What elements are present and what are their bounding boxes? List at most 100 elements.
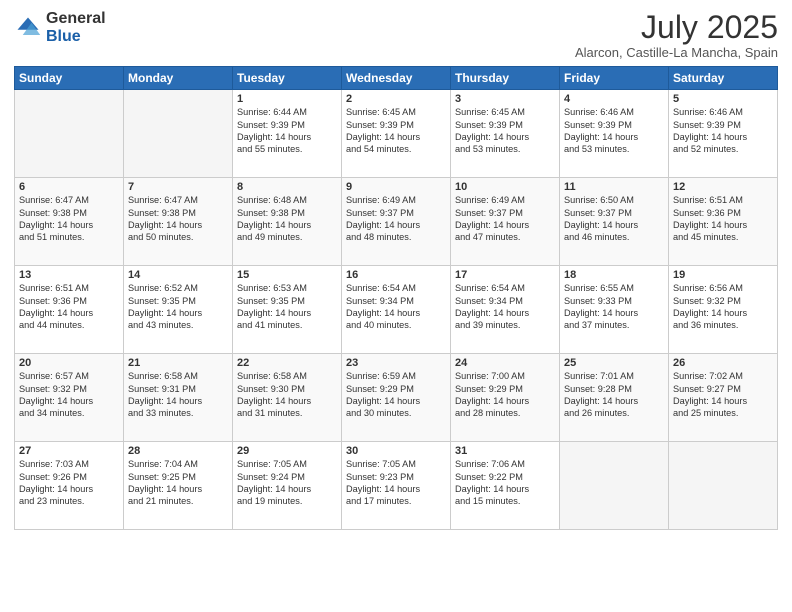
- day-number: 12: [673, 181, 773, 193]
- calendar-cell: 23Sunrise: 6:59 AMSunset: 9:29 PMDayligh…: [342, 354, 451, 442]
- calendar-cell: 24Sunrise: 7:00 AMSunset: 9:29 PMDayligh…: [451, 354, 560, 442]
- calendar-cell: 17Sunrise: 6:54 AMSunset: 9:34 PMDayligh…: [451, 266, 560, 354]
- cell-details: Sunrise: 6:45 AMSunset: 9:39 PMDaylight:…: [346, 106, 446, 156]
- calendar-cell: 10Sunrise: 6:49 AMSunset: 9:37 PMDayligh…: [451, 178, 560, 266]
- day-number: 15: [237, 269, 337, 281]
- day-number: 24: [455, 357, 555, 369]
- day-number: 18: [564, 269, 664, 281]
- calendar-cell: 29Sunrise: 7:05 AMSunset: 9:24 PMDayligh…: [233, 442, 342, 530]
- day-number: 17: [455, 269, 555, 281]
- cell-details: Sunrise: 6:54 AMSunset: 9:34 PMDaylight:…: [455, 282, 555, 332]
- cell-details: Sunrise: 7:01 AMSunset: 9:28 PMDaylight:…: [564, 370, 664, 420]
- week-row-3: 13Sunrise: 6:51 AMSunset: 9:36 PMDayligh…: [15, 266, 778, 354]
- day-header-friday: Friday: [560, 67, 669, 90]
- day-number: 26: [673, 357, 773, 369]
- cell-details: Sunrise: 6:54 AMSunset: 9:34 PMDaylight:…: [346, 282, 446, 332]
- day-header-tuesday: Tuesday: [233, 67, 342, 90]
- day-number: 2: [346, 93, 446, 105]
- page: General Blue July 2025 Alarcon, Castille…: [0, 0, 792, 612]
- calendar-cell: 3Sunrise: 6:45 AMSunset: 9:39 PMDaylight…: [451, 90, 560, 178]
- calendar-cell: 6Sunrise: 6:47 AMSunset: 9:38 PMDaylight…: [15, 178, 124, 266]
- logo-blue: Blue: [46, 28, 106, 46]
- cell-details: Sunrise: 6:53 AMSunset: 9:35 PMDaylight:…: [237, 282, 337, 332]
- day-header-monday: Monday: [124, 67, 233, 90]
- cell-details: Sunrise: 7:03 AMSunset: 9:26 PMDaylight:…: [19, 458, 119, 508]
- calendar-cell: 12Sunrise: 6:51 AMSunset: 9:36 PMDayligh…: [669, 178, 778, 266]
- cell-details: Sunrise: 6:44 AMSunset: 9:39 PMDaylight:…: [237, 106, 337, 156]
- day-number: 30: [346, 445, 446, 457]
- calendar-cell: 22Sunrise: 6:58 AMSunset: 9:30 PMDayligh…: [233, 354, 342, 442]
- calendar-cell: 11Sunrise: 6:50 AMSunset: 9:37 PMDayligh…: [560, 178, 669, 266]
- cell-details: Sunrise: 7:06 AMSunset: 9:22 PMDaylight:…: [455, 458, 555, 508]
- day-number: 8: [237, 181, 337, 193]
- week-row-2: 6Sunrise: 6:47 AMSunset: 9:38 PMDaylight…: [15, 178, 778, 266]
- cell-details: Sunrise: 6:55 AMSunset: 9:33 PMDaylight:…: [564, 282, 664, 332]
- day-number: 16: [346, 269, 446, 281]
- calendar-cell: [15, 90, 124, 178]
- calendar-cell: 18Sunrise: 6:55 AMSunset: 9:33 PMDayligh…: [560, 266, 669, 354]
- week-row-1: 1Sunrise: 6:44 AMSunset: 9:39 PMDaylight…: [15, 90, 778, 178]
- logo: General Blue: [14, 10, 106, 45]
- day-header-wednesday: Wednesday: [342, 67, 451, 90]
- calendar: SundayMondayTuesdayWednesdayThursdayFrid…: [14, 66, 778, 530]
- logo-text: General Blue: [46, 10, 106, 45]
- cell-details: Sunrise: 6:46 AMSunset: 9:39 PMDaylight:…: [564, 106, 664, 156]
- day-number: 4: [564, 93, 664, 105]
- week-row-4: 20Sunrise: 6:57 AMSunset: 9:32 PMDayligh…: [15, 354, 778, 442]
- day-number: 29: [237, 445, 337, 457]
- day-header-thursday: Thursday: [451, 67, 560, 90]
- cell-details: Sunrise: 6:59 AMSunset: 9:29 PMDaylight:…: [346, 370, 446, 420]
- calendar-cell: 25Sunrise: 7:01 AMSunset: 9:28 PMDayligh…: [560, 354, 669, 442]
- day-header-sunday: Sunday: [15, 67, 124, 90]
- day-number: 5: [673, 93, 773, 105]
- day-number: 1: [237, 93, 337, 105]
- cell-details: Sunrise: 6:47 AMSunset: 9:38 PMDaylight:…: [19, 194, 119, 244]
- cell-details: Sunrise: 7:02 AMSunset: 9:27 PMDaylight:…: [673, 370, 773, 420]
- day-number: 28: [128, 445, 228, 457]
- logo-general: General: [46, 10, 106, 28]
- cell-details: Sunrise: 6:50 AMSunset: 9:37 PMDaylight:…: [564, 194, 664, 244]
- cell-details: Sunrise: 6:58 AMSunset: 9:31 PMDaylight:…: [128, 370, 228, 420]
- cell-details: Sunrise: 6:45 AMSunset: 9:39 PMDaylight:…: [455, 106, 555, 156]
- cell-details: Sunrise: 7:00 AMSunset: 9:29 PMDaylight:…: [455, 370, 555, 420]
- day-number: 6: [19, 181, 119, 193]
- calendar-cell: 7Sunrise: 6:47 AMSunset: 9:38 PMDaylight…: [124, 178, 233, 266]
- day-number: 9: [346, 181, 446, 193]
- calendar-cell: 13Sunrise: 6:51 AMSunset: 9:36 PMDayligh…: [15, 266, 124, 354]
- day-number: 19: [673, 269, 773, 281]
- day-number: 3: [455, 93, 555, 105]
- cell-details: Sunrise: 6:58 AMSunset: 9:30 PMDaylight:…: [237, 370, 337, 420]
- day-number: 31: [455, 445, 555, 457]
- calendar-cell: 26Sunrise: 7:02 AMSunset: 9:27 PMDayligh…: [669, 354, 778, 442]
- cell-details: Sunrise: 6:56 AMSunset: 9:32 PMDaylight:…: [673, 282, 773, 332]
- calendar-cell: 15Sunrise: 6:53 AMSunset: 9:35 PMDayligh…: [233, 266, 342, 354]
- title-block: July 2025 Alarcon, Castille-La Mancha, S…: [575, 10, 778, 60]
- calendar-cell: 21Sunrise: 6:58 AMSunset: 9:31 PMDayligh…: [124, 354, 233, 442]
- cell-details: Sunrise: 7:05 AMSunset: 9:24 PMDaylight:…: [237, 458, 337, 508]
- cell-details: Sunrise: 7:05 AMSunset: 9:23 PMDaylight:…: [346, 458, 446, 508]
- cell-details: Sunrise: 6:51 AMSunset: 9:36 PMDaylight:…: [673, 194, 773, 244]
- calendar-cell: 9Sunrise: 6:49 AMSunset: 9:37 PMDaylight…: [342, 178, 451, 266]
- day-number: 10: [455, 181, 555, 193]
- day-number: 11: [564, 181, 664, 193]
- calendar-cell: 27Sunrise: 7:03 AMSunset: 9:26 PMDayligh…: [15, 442, 124, 530]
- cell-details: Sunrise: 6:47 AMSunset: 9:38 PMDaylight:…: [128, 194, 228, 244]
- calendar-cell: 5Sunrise: 6:46 AMSunset: 9:39 PMDaylight…: [669, 90, 778, 178]
- calendar-cell: 16Sunrise: 6:54 AMSunset: 9:34 PMDayligh…: [342, 266, 451, 354]
- calendar-cell: 8Sunrise: 6:48 AMSunset: 9:38 PMDaylight…: [233, 178, 342, 266]
- day-header-saturday: Saturday: [669, 67, 778, 90]
- month-title: July 2025: [575, 10, 778, 45]
- calendar-cell: 28Sunrise: 7:04 AMSunset: 9:25 PMDayligh…: [124, 442, 233, 530]
- cell-details: Sunrise: 6:48 AMSunset: 9:38 PMDaylight:…: [237, 194, 337, 244]
- calendar-cell: 1Sunrise: 6:44 AMSunset: 9:39 PMDaylight…: [233, 90, 342, 178]
- calendar-cell: [124, 90, 233, 178]
- day-number: 27: [19, 445, 119, 457]
- calendar-cell: 2Sunrise: 6:45 AMSunset: 9:39 PMDaylight…: [342, 90, 451, 178]
- cell-details: Sunrise: 6:46 AMSunset: 9:39 PMDaylight:…: [673, 106, 773, 156]
- day-number: 14: [128, 269, 228, 281]
- cell-details: Sunrise: 6:52 AMSunset: 9:35 PMDaylight:…: [128, 282, 228, 332]
- day-number: 23: [346, 357, 446, 369]
- calendar-cell: 4Sunrise: 6:46 AMSunset: 9:39 PMDaylight…: [560, 90, 669, 178]
- header-row: SundayMondayTuesdayWednesdayThursdayFrid…: [15, 67, 778, 90]
- cell-details: Sunrise: 6:57 AMSunset: 9:32 PMDaylight:…: [19, 370, 119, 420]
